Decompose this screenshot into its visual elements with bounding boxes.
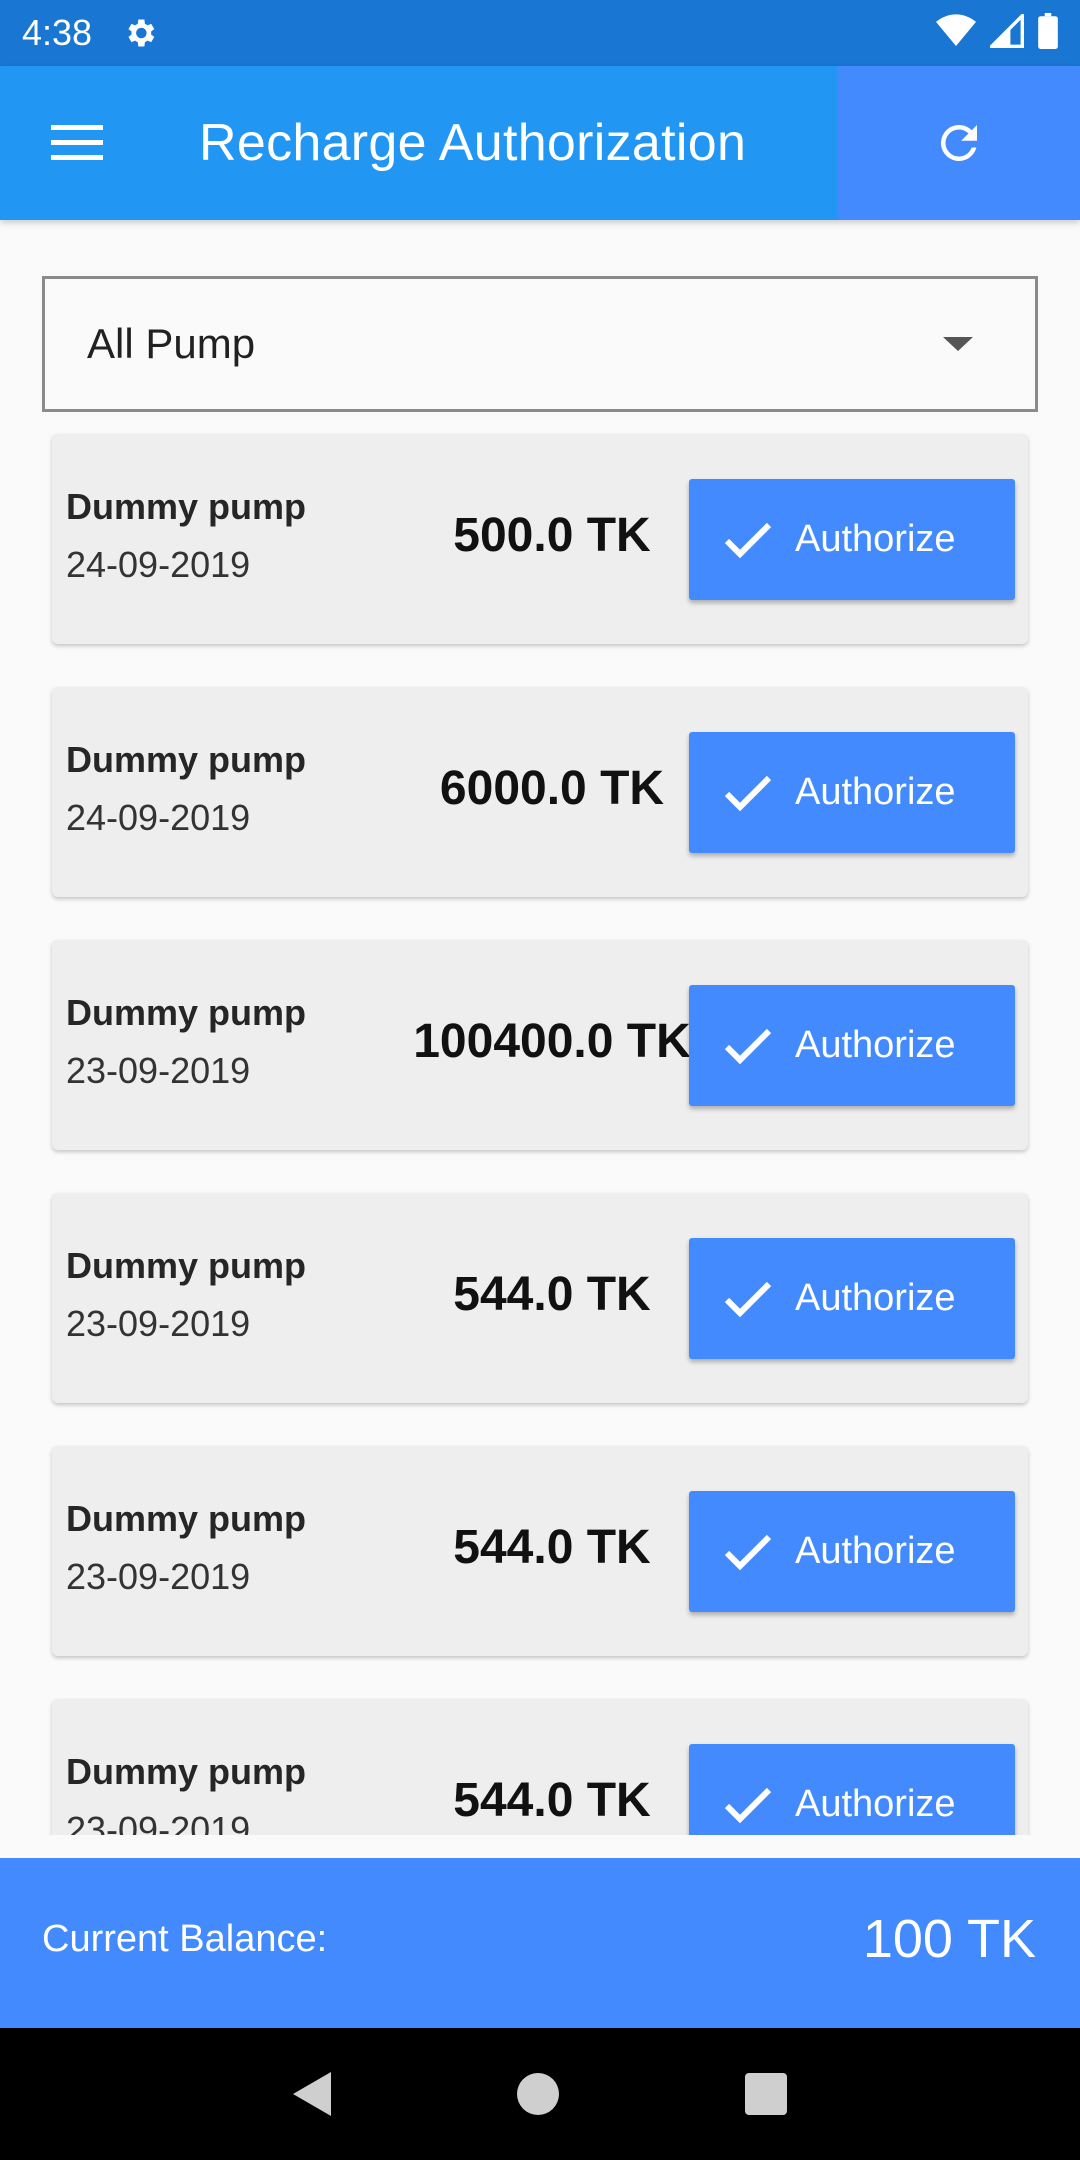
- pump-filter-dropdown[interactable]: All Pump: [42, 276, 1038, 412]
- authorize-label: Authorize: [795, 1530, 956, 1572]
- request-date: 24-09-2019: [66, 797, 251, 838]
- authorize-label: Authorize: [795, 1024, 956, 1066]
- status-bar: 4:38: [0, 0, 1080, 66]
- request-date: 23-09-2019: [66, 1050, 251, 1091]
- balance-value: 100 TK: [862, 1909, 1036, 1969]
- pump-name: Dummy pump: [66, 739, 307, 780]
- pump-name: Dummy pump: [66, 486, 307, 527]
- authorize-label: Authorize: [795, 771, 956, 813]
- check-icon: [724, 1028, 772, 1064]
- recharge-request-list[interactable]: Dummy pump 24-09-2019 500.0 TK Authorize…: [0, 420, 1080, 1835]
- request-date: 24-09-2019: [66, 544, 251, 585]
- refresh-button[interactable]: [837, 66, 1080, 220]
- dropdown-arrow-icon: [943, 337, 973, 351]
- recents-icon[interactable]: [745, 2073, 787, 2115]
- pump-name: Dummy pump: [66, 1245, 307, 1286]
- page-title: Recharge Authorization: [199, 114, 747, 172]
- authorize-button[interactable]: Authorize: [689, 1491, 1015, 1612]
- balance-label: Current Balance:: [42, 1918, 328, 1960]
- check-icon: [724, 1281, 772, 1317]
- pump-name: Dummy pump: [66, 1751, 307, 1792]
- request-date: 23-09-2019: [66, 1303, 251, 1344]
- menu-button[interactable]: [0, 66, 154, 220]
- check-icon: [724, 775, 772, 811]
- wifi-icon: [936, 13, 976, 53]
- home-icon[interactable]: [517, 2073, 559, 2115]
- settings-gear-icon: [122, 14, 160, 52]
- request-date: 23-09-2019: [66, 1556, 251, 1597]
- system-nav-bar: [0, 2028, 1080, 2160]
- request-card: Dummy pump 23-09-2019 100400.0 TK Author…: [52, 940, 1028, 1150]
- authorize-button[interactable]: Authorize: [689, 479, 1015, 600]
- authorize-label: Authorize: [795, 1783, 956, 1825]
- request-date: 23-09-2019: [66, 1809, 251, 1835]
- authorize-button[interactable]: Authorize: [689, 732, 1015, 853]
- check-icon: [724, 1787, 772, 1823]
- authorize-button[interactable]: Authorize: [689, 1238, 1015, 1359]
- status-time: 4:38: [22, 12, 93, 53]
- authorize-label: Authorize: [795, 1277, 956, 1319]
- app-bar: Recharge Authorization: [0, 66, 1080, 220]
- authorize-button[interactable]: Authorize: [689, 985, 1015, 1106]
- pump-name: Dummy pump: [66, 992, 307, 1033]
- request-card: Dummy pump 23-09-2019 544.0 TK Authorize: [52, 1446, 1028, 1656]
- hamburger-menu-icon: [51, 125, 103, 160]
- refresh-icon: [940, 124, 977, 161]
- battery-icon: [1038, 12, 1058, 54]
- check-icon: [724, 522, 772, 558]
- balance-bar: Current Balance: 100 TK: [0, 1858, 1080, 2028]
- cell-signal-icon: [987, 11, 1024, 53]
- request-card: Dummy pump 24-09-2019 6000.0 TK Authoriz…: [52, 687, 1028, 897]
- authorize-button[interactable]: Authorize: [689, 1744, 1015, 1835]
- request-card: Dummy pump 24-09-2019 500.0 TK Authorize: [52, 434, 1028, 644]
- request-card: Dummy pump 23-09-2019 544.0 TK Authorize: [52, 1699, 1028, 1835]
- check-icon: [724, 1534, 772, 1570]
- back-icon[interactable]: [293, 2072, 331, 2116]
- authorize-label: Authorize: [795, 518, 956, 560]
- pump-filter-value: All Pump: [87, 320, 256, 367]
- screen: 4:38 Recharge Authorization All Pump Dum…: [0, 0, 1080, 2160]
- request-card: Dummy pump 23-09-2019 544.0 TK Authorize: [52, 1193, 1028, 1403]
- pump-name: Dummy pump: [66, 1498, 307, 1539]
